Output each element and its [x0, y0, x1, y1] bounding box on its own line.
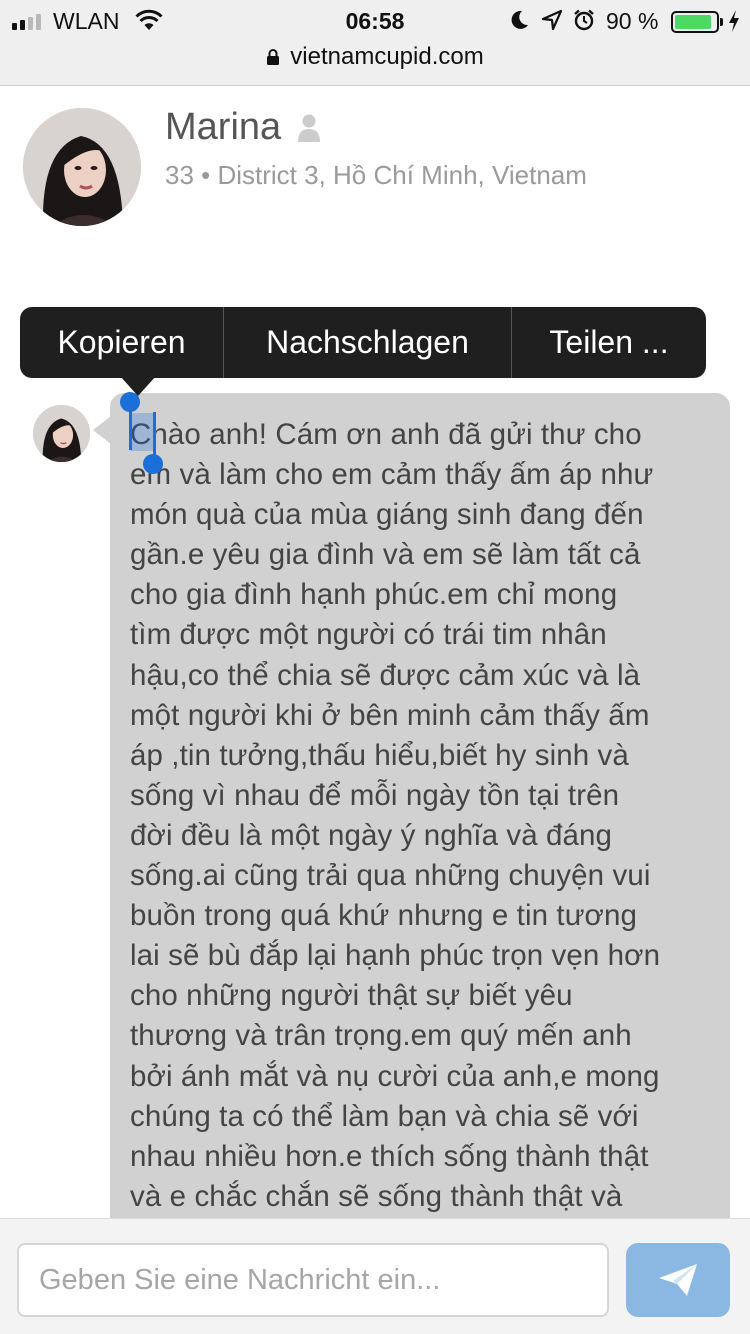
battery-percent: 90 % [606, 8, 659, 34]
profile-name[interactable]: Marina [165, 106, 321, 149]
moon-icon [511, 10, 528, 29]
menu-item-lookup[interactable]: Nachschlagen [224, 307, 512, 378]
profile-details: 33 • District 3, Hồ Chí Minh, Vietnam [165, 160, 587, 190]
message-avatar[interactable] [33, 405, 90, 462]
profile-name-text: Marina [165, 106, 282, 148]
location-arrow-icon [541, 9, 563, 31]
menu-item-share[interactable]: Teilen ... [512, 307, 706, 378]
context-menu-pointer [120, 376, 156, 396]
message-composer [0, 1218, 750, 1334]
text-context-menu: Kopieren Nachschlagen Teilen ... [20, 307, 706, 378]
paper-plane-icon [659, 1264, 697, 1296]
bubble-tail [93, 416, 111, 444]
person-icon [298, 114, 321, 142]
send-button[interactable] [626, 1243, 730, 1317]
text-selection-highlight [130, 413, 154, 451]
message-text[interactable]: Chào anh! Cám ơn anh đã gửi thư cho em v… [130, 415, 720, 1217]
url-bar[interactable]: vietnamcupid.com [0, 40, 750, 74]
battery-icon [671, 11, 719, 33]
menu-item-copy[interactable]: Kopieren [20, 307, 224, 378]
alarm-icon [574, 9, 594, 31]
browser-top-bar: WLAN 06:58 90 % vietnamcupid.com [0, 0, 750, 86]
message-input[interactable] [17, 1243, 609, 1317]
message-bubble[interactable]: Chào anh! Cám ơn anh đã gửi thư cho em v… [110, 393, 730, 1233]
selection-end-bar [153, 412, 156, 458]
url-text: vietnamcupid.com [290, 43, 484, 70]
status-bar: WLAN 06:58 90 % [0, 6, 750, 36]
profile-avatar[interactable] [23, 108, 141, 226]
battery-tip [720, 18, 723, 26]
selection-end-handle[interactable] [143, 454, 163, 474]
charging-icon [729, 10, 739, 32]
lock-icon [267, 49, 280, 65]
